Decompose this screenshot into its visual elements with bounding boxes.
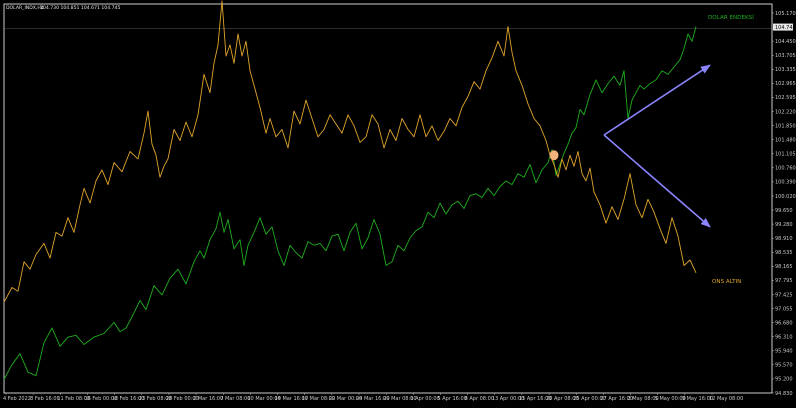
y-tick-label: 97.055 — [775, 306, 793, 312]
y-tick-label: 96.680 — [775, 320, 793, 326]
y-tick-label: 102.595 — [775, 95, 796, 101]
chart-header-symbol: DOLAR_INDX,H4 — [6, 5, 44, 11]
y-tick-label: 103.705 — [775, 53, 796, 59]
x-tick-label: 4 Feb 2022 — [3, 396, 31, 402]
y-tick-label: 105.170 — [775, 11, 796, 17]
y-tick-label: 95.940 — [775, 349, 793, 355]
y-tick-label: 102.965 — [775, 81, 796, 87]
x-tick-label: 2 Mar 16:00 — [193, 396, 223, 402]
intersection-marker — [549, 150, 559, 161]
y-tick-label: 104.745 — [775, 25, 796, 31]
x-tick-label: 1 Apr 00:00 — [410, 396, 439, 402]
y-tick-label: 102.220 — [775, 109, 796, 115]
y-tick-label: 97.795 — [775, 278, 793, 284]
x-tick-label: 8 Apr 08:00 — [465, 396, 494, 402]
x-tick-label: 12 May 08:00 — [709, 396, 743, 402]
y-tick-label: 96.310 — [775, 335, 793, 341]
y-tick-label: 97.425 — [775, 292, 793, 298]
y-tick-label: 101.850 — [775, 123, 796, 129]
gold-label: ONS ALTIN — [712, 279, 741, 285]
y-tick-label: 94.830 — [775, 391, 793, 397]
chart-header-ohlc: 104.730 104.851 104.671 104.745 — [40, 5, 120, 11]
y-tick-label: 100.760 — [775, 166, 796, 172]
x-tick-label: 7 Mar 08:00 — [220, 396, 250, 402]
x-tick-label: 5 Apr 16:00 — [437, 396, 466, 402]
dollar-index-label: DOLAR ENDEKSİ — [708, 14, 754, 21]
chart-svg: DOLAR_INDX,H4 104.730 104.851 104.671 10… — [0, 0, 796, 408]
y-tick-label: 100.020 — [775, 194, 796, 200]
x-tick-label: 8 Feb 16:00 — [30, 396, 60, 402]
y-tick-label: 98.535 — [775, 250, 793, 256]
y-tick-label: 95.200 — [775, 377, 793, 383]
y-tick-label: 103.335 — [775, 67, 796, 73]
y-tick-label: 100.390 — [775, 180, 796, 186]
y-tick-label: 99.650 — [775, 208, 793, 214]
y-tick-label: 98.910 — [775, 236, 793, 242]
y-tick-label: 101.480 — [775, 137, 796, 143]
y-tick-label: 98.165 — [775, 264, 793, 270]
y-tick-label: 95.570 — [775, 363, 793, 369]
chart-background — [0, 0, 796, 408]
y-tick-label: 101.105 — [775, 152, 796, 158]
y-tick-label: 99.280 — [775, 222, 793, 228]
y-tick-label: 104.450 — [775, 39, 796, 45]
